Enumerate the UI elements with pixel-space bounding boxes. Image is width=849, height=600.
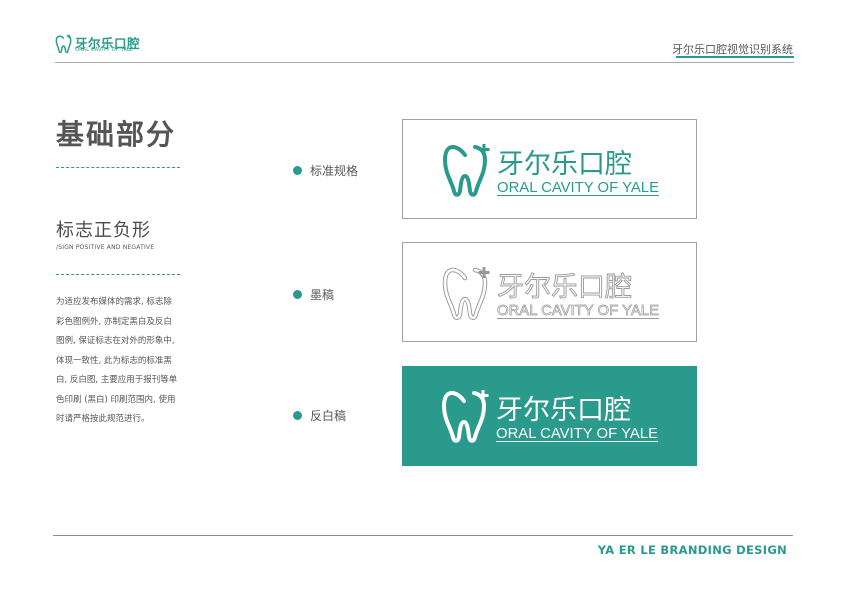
- description: 为适应发布媒体的需求, 标志除 彩色图例外, 亦制定黑白及反白 图例, 保证标志…: [56, 293, 186, 430]
- bullet-dot-icon: [293, 166, 302, 175]
- variant-label-text: 墨稿: [310, 288, 335, 302]
- page-title: 基础部分: [56, 118, 177, 151]
- footer-divider: [53, 535, 793, 536]
- header-accent-bar: [676, 56, 794, 58]
- logo-en-text: ORAL CAVITY OF YALE: [497, 303, 659, 319]
- description-line: 彩色图例外, 亦制定黑白及反白: [56, 316, 172, 327]
- logo-cn-text: 牙尔乐口腔: [497, 272, 632, 303]
- variant-label-reverse: 反白稿: [293, 407, 346, 424]
- tooth-icon: [55, 34, 72, 53]
- variant-label-ink: 墨稿: [293, 286, 334, 303]
- dashed-divider: [56, 167, 180, 168]
- description-line: 体现一致性, 此为标志的标准黑: [56, 355, 172, 366]
- tooth-icon: [441, 390, 489, 443]
- tooth-icon: [442, 144, 490, 197]
- variant-label-standard: 标准规格: [293, 162, 358, 179]
- description-line: 时请严格按此规范进行。: [56, 414, 150, 424]
- brand-logo: 牙尔乐口腔 ORAL CAVITY OF YALE: [442, 267, 659, 320]
- logo-box-ink: 牙尔乐口腔 ORAL CAVITY OF YALE: [402, 242, 697, 342]
- logo-en-text: ORAL CAVITY OF YALE: [497, 180, 659, 196]
- brand-logo: 牙尔乐口腔 ORAL CAVITY OF YALE: [442, 144, 659, 197]
- variant-label-text: 标准规格: [310, 164, 359, 178]
- header-divider: [55, 62, 794, 63]
- bullet-dot-icon: [293, 290, 302, 299]
- description-line: 图例, 保证标志在对外的形象中,: [56, 336, 175, 346]
- bullet-dot-icon: [293, 411, 302, 420]
- logo-cn-text: 牙尔乐口腔: [497, 149, 632, 180]
- logo-cn-text: 牙尔乐口腔: [496, 395, 631, 426]
- description-line: 为适应发布媒体的需求, 标志除: [56, 297, 172, 307]
- brand-logo: 牙尔乐口腔 ORAL CAVITY OF YALE: [441, 390, 658, 443]
- tooth-outline-icon: [442, 267, 490, 320]
- system-title: 牙尔乐口腔视觉识别系统: [672, 43, 793, 56]
- description-line: 色印刷 (黑白) 印刷范围内, 使用: [56, 394, 176, 405]
- section-subtitle: 标志正负形: [56, 220, 151, 241]
- footer-brand-text: YA ER LE BRANDING DESIGN: [597, 543, 787, 557]
- logo-box-reverse: 牙尔乐口腔 ORAL CAVITY OF YALE: [402, 366, 697, 466]
- header-logo-en: ORAL CAVITY OF YALE: [75, 47, 134, 53]
- dashed-divider: [56, 274, 180, 275]
- logo-en-text: ORAL CAVITY OF YALE: [496, 426, 658, 442]
- description-line: 白, 反白图, 主要应用于报刊等单: [56, 375, 178, 385]
- variant-label-text: 反白稿: [310, 409, 347, 423]
- section-subtitle-en: /SIGN POSITIVE AND NEGATIVE: [56, 244, 155, 251]
- logo-box-standard: 牙尔乐口腔 ORAL CAVITY OF YALE: [402, 119, 697, 219]
- header-logo: 牙尔乐口腔 ORAL CAVITY OF YALE: [55, 34, 145, 56]
